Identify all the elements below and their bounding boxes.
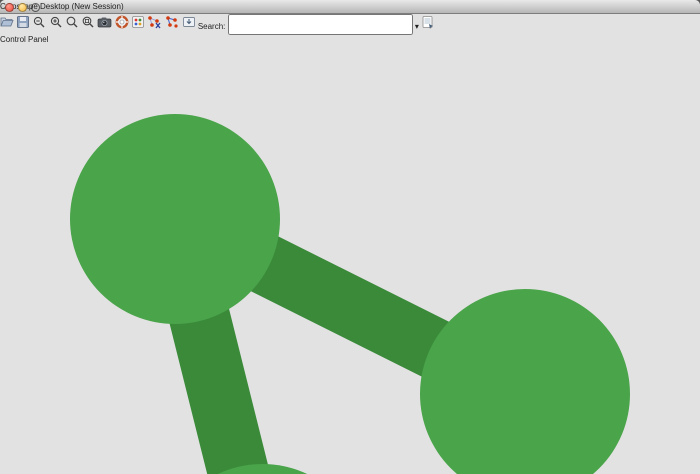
zoom-out-button[interactable] <box>32 22 46 31</box>
window-titlebar[interactable]: Cytoscape Desktop (New Session) <box>0 0 700 14</box>
frame-minimize-button[interactable] <box>18 3 27 12</box>
filter-form-button[interactable] <box>421 22 435 31</box>
open-file-button[interactable] <box>0 22 14 31</box>
search-input[interactable] <box>228 14 413 35</box>
search-box[interactable]: ▾ <box>228 22 421 31</box>
snapshot-camera-button[interactable] <box>97 22 112 31</box>
search-dropdown-arrow-icon[interactable]: ▾ <box>415 22 419 31</box>
app-window: Cytoscape Desktop (New Session) Search: … <box>0 0 700 474</box>
vizmapper-button[interactable] <box>131 22 145 31</box>
control-panel-title: Control Panel <box>0 35 48 44</box>
main-toolbar: Search: ▾ <box>0 14 700 35</box>
zoom-selected-region-button[interactable] <box>65 22 79 31</box>
select-nodes-plugin-button[interactable] <box>147 22 162 31</box>
import-network-button[interactable] <box>182 22 196 31</box>
search-label: Search: <box>198 22 226 31</box>
zoom-in-button[interactable] <box>49 22 63 31</box>
network-tab-icon <box>0 44 700 474</box>
help-lifering-button[interactable] <box>115 22 129 31</box>
save-button[interactable] <box>16 22 30 31</box>
select-edges-plugin-button[interactable] <box>164 22 179 31</box>
frame-zoom-button[interactable] <box>31 3 40 12</box>
control-panel: Control Panel Network Mosaic ▶ Node colo… <box>0 35 700 474</box>
zoom-fit-button[interactable] <box>81 22 95 31</box>
frame-close-button[interactable] <box>5 3 14 12</box>
